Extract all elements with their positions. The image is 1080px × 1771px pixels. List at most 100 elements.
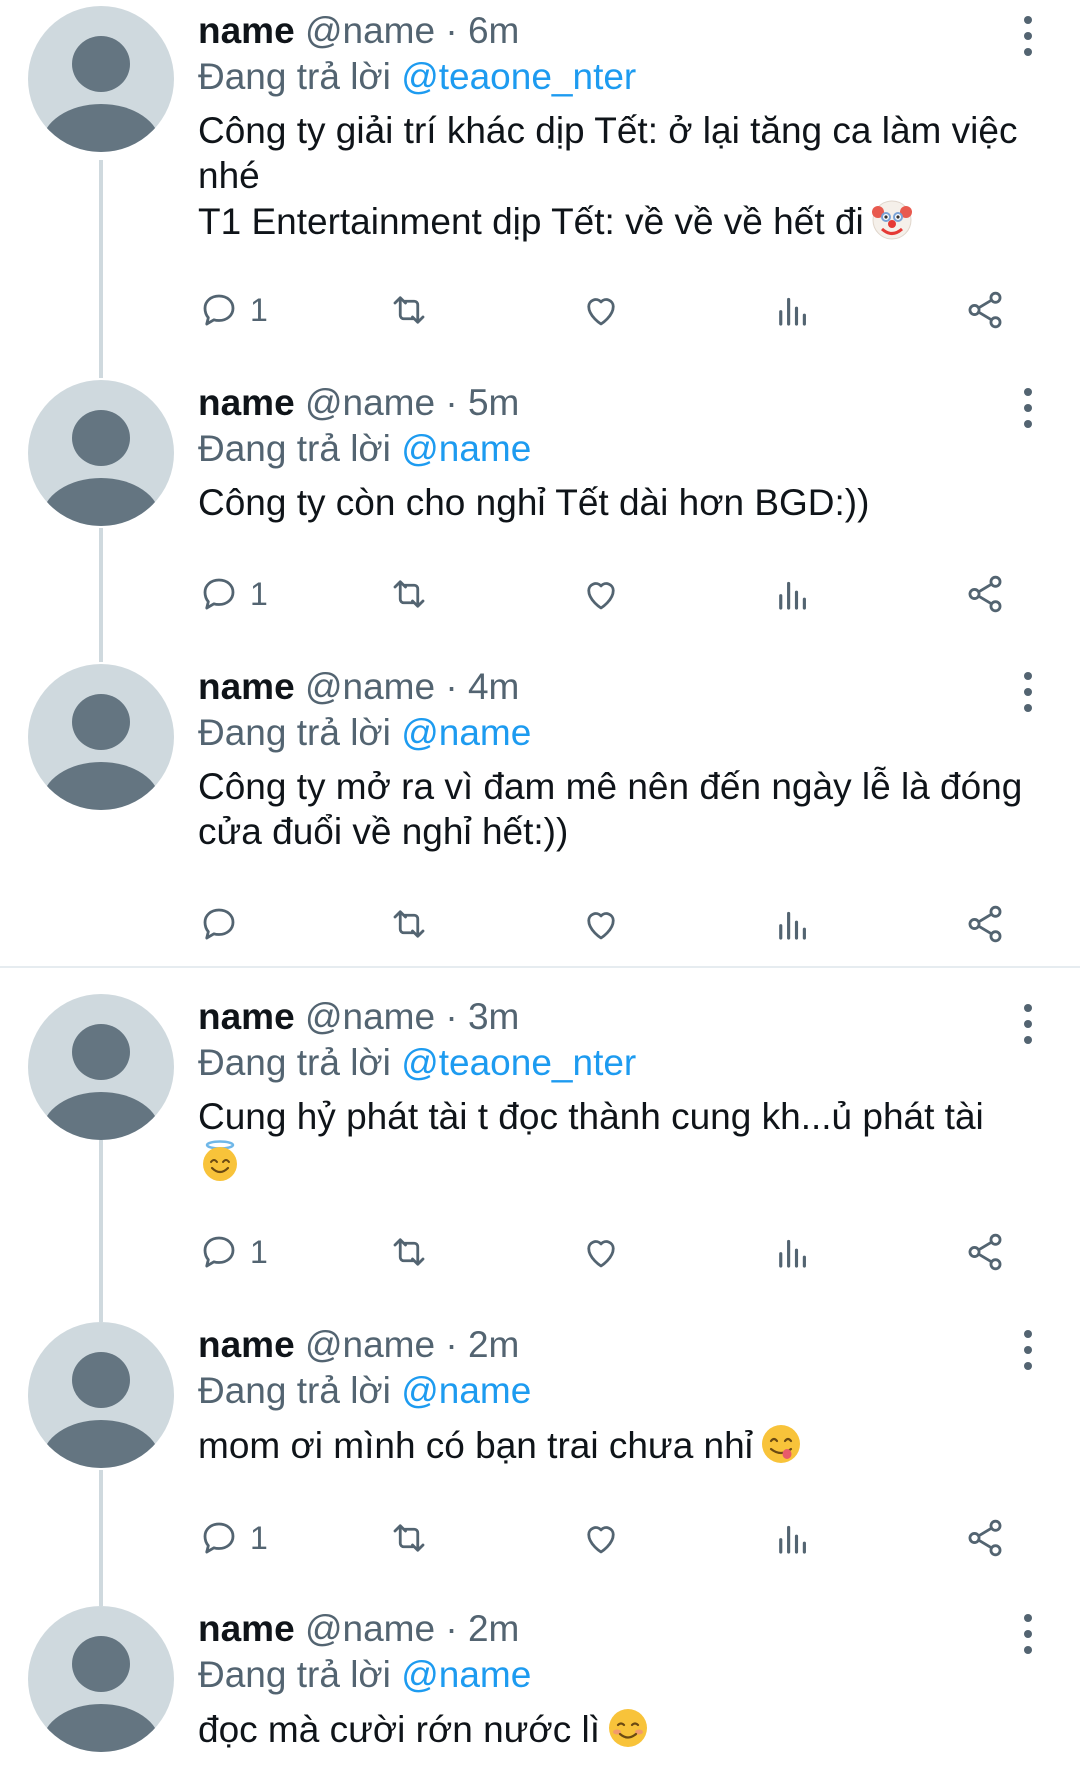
more-icon[interactable] [1018,672,1038,712]
mention-link[interactable]: @teaone_nter [401,56,636,97]
smiling-face-icon [608,1709,647,1747]
handle[interactable]: @name [305,1324,435,1365]
avatar[interactable] [28,994,174,1140]
views-button[interactable] [772,894,814,954]
tweet-text: mom ơi mình có bạn trai chưa nhỉ [198,1422,1052,1468]
reply-icon [203,1236,235,1268]
more-icon[interactable] [1018,388,1038,428]
display-name[interactable]: name [198,1324,295,1365]
tweet-text: Công ty mở ra vì đam mê nên đến ngày lễ … [198,764,1052,854]
tweet-actions: 1 [198,280,1018,340]
avatar[interactable] [28,664,174,810]
handle[interactable]: @name [305,1608,435,1649]
reply-icon [203,1522,235,1554]
separator: · [445,1324,458,1365]
retweet-button[interactable] [388,894,430,954]
mention-link[interactable]: @name [401,1654,531,1695]
mention-link[interactable]: @name [401,428,531,469]
heart-icon [587,582,615,610]
face-savoring-food-icon [761,1425,800,1463]
tweet-meta: name @name · 5m [198,380,1052,426]
views-icon [779,911,806,940]
tweet-text-line: Công ty còn cho nghỉ Tết dài hơn BGD:)) [198,482,870,523]
retweet-button[interactable] [388,564,430,624]
reply-button[interactable] [198,894,250,954]
avatar[interactable] [28,1606,174,1752]
views-button[interactable] [772,1222,814,1282]
mention-link[interactable]: @teaone_nter [401,1042,636,1083]
display-name[interactable]: name [198,996,295,1037]
timestamp[interactable]: 2m [468,1608,519,1649]
avatar[interactable] [28,6,174,152]
reply-count: 1 [250,1233,268,1270]
timestamp[interactable]: 4m [468,666,519,707]
reply-button[interactable]: 1 [198,1222,268,1282]
handle[interactable]: @name [305,382,435,423]
avatar[interactable] [28,1322,174,1468]
reply-context: Đang trả lời @teaone_nter [198,54,1052,100]
handle[interactable]: @name [305,666,435,707]
reply-button[interactable]: 1 [198,280,268,340]
reply-prefix: Đang trả lời [198,1654,391,1695]
tweet-text: đọc mà cười rớn nước lì [198,1706,1052,1752]
avatar[interactable] [28,380,174,526]
retweet-icon [393,580,425,608]
smiling-face-with-halo-icon [203,1140,237,1181]
share-button[interactable] [964,1508,1006,1568]
tweet-actions: 1 [198,1508,1018,1568]
reply-button[interactable]: 1 [198,564,268,624]
mention-link[interactable]: @name [401,1370,531,1411]
display-name[interactable]: name [198,1608,295,1649]
tweet-text: Cung hỷ phát tài t đọc thành cung kh...ủ… [198,1094,1052,1185]
timestamp[interactable]: 6m [468,10,519,51]
share-icon [968,1519,1002,1557]
handle[interactable]: @name [305,996,435,1037]
separator: · [445,1608,458,1649]
views-button[interactable] [772,564,814,624]
tweet-text-line: T1 Entertainment dịp Tết: về về về hết đ… [198,198,1032,244]
reply-count: 1 [250,291,268,328]
share-button[interactable] [964,1222,1006,1282]
like-button[interactable] [580,280,622,340]
like-button[interactable] [580,1508,622,1568]
timestamp[interactable]: 5m [468,382,519,423]
retweet-button[interactable] [388,280,430,340]
timestamp[interactable]: 2m [468,1324,519,1365]
display-name[interactable]: name [198,10,295,51]
timestamp[interactable]: 3m [468,996,519,1037]
heart-icon [587,1240,615,1268]
tweet-meta: name @name · 2m [198,1322,1052,1368]
more-icon[interactable] [1018,1614,1038,1654]
retweet-button[interactable] [388,1222,430,1282]
display-name[interactable]: name [198,666,295,707]
tweet-text: Công ty còn cho nghỉ Tết dài hơn BGD:)) [198,480,1052,525]
thread-line [99,528,103,662]
like-button[interactable] [580,1222,622,1282]
views-icon [779,581,806,610]
like-button[interactable] [580,894,622,954]
mention-link[interactable]: @name [401,712,531,753]
like-button[interactable] [580,564,622,624]
reply-button[interactable]: 1 [198,1508,268,1568]
retweet-button[interactable] [388,1508,430,1568]
views-button[interactable] [772,1508,814,1568]
views-button[interactable] [772,280,814,340]
tweet-meta: name @name · 3m [198,994,1052,1040]
separator: · [445,10,458,51]
views-icon [779,1525,806,1554]
reply-context: Đang trả lời @name [198,1652,1052,1698]
more-icon[interactable] [1018,1330,1038,1370]
display-name[interactable]: name [198,382,295,423]
more-icon[interactable] [1018,1004,1038,1044]
handle[interactable]: @name [305,10,435,51]
share-button[interactable] [964,280,1006,340]
retweet-icon [393,1524,425,1552]
reply-icon [203,294,235,326]
reply-prefix: Đang trả lời [198,712,391,753]
thread-line [99,1470,103,1606]
tweet-text-line: mom ơi mình có bạn trai chưa nhỉ [198,1422,1032,1468]
tweet-meta: name @name · 6m [198,8,1052,54]
share-button[interactable] [964,564,1006,624]
more-icon[interactable] [1018,16,1038,56]
share-button[interactable] [964,894,1006,954]
